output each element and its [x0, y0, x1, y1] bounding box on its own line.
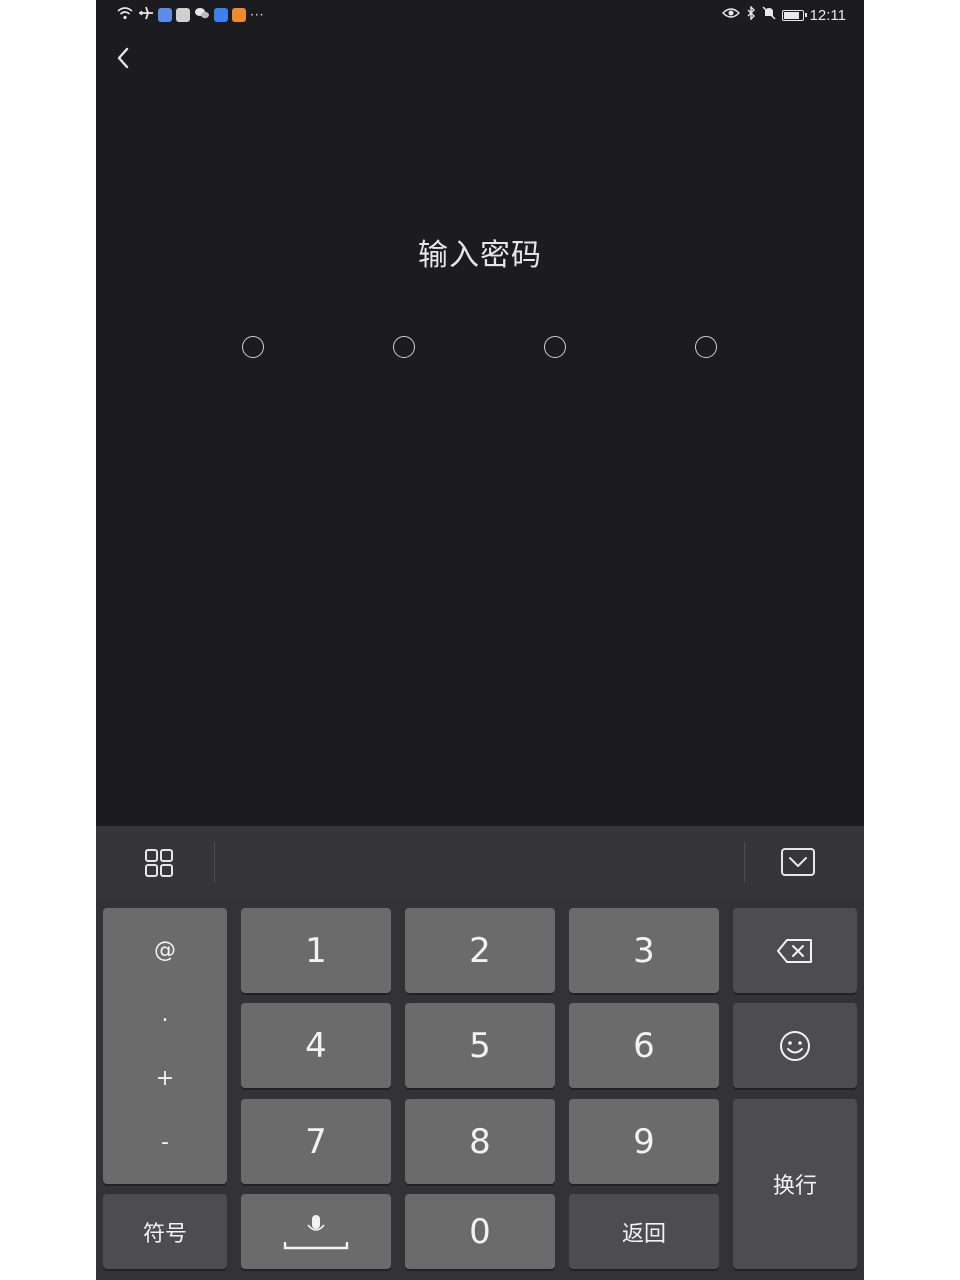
back-button[interactable] — [108, 42, 140, 74]
collapse-keyboard-icon[interactable] — [780, 846, 816, 882]
space-key[interactable] — [241, 1194, 391, 1269]
at-symbol[interactable]: @ — [154, 938, 176, 963]
pin-dot — [242, 336, 264, 358]
symbols-key[interactable]: 符号 — [103, 1194, 227, 1269]
emoji-key[interactable] — [733, 1003, 857, 1088]
battery-icon — [781, 9, 807, 21]
dot-symbol[interactable]: . — [162, 1002, 169, 1027]
status-left: ··· — [116, 6, 264, 24]
page-title: 输入密码 — [418, 238, 542, 273]
key-1[interactable]: 1 — [241, 908, 391, 993]
eye-icon — [721, 7, 740, 23]
status-right: 12:11 — [721, 5, 846, 24]
key-8[interactable]: 8 — [405, 1099, 555, 1184]
more-notifications-indicator: ··· — [250, 8, 265, 22]
backspace-key[interactable] — [733, 908, 857, 993]
key-6[interactable]: 6 — [569, 1003, 719, 1088]
newline-key[interactable]: 换行 — [733, 1099, 857, 1269]
app-icon-blue — [158, 8, 172, 22]
symbol-column-key[interactable]: @ . + - — [103, 908, 227, 1184]
pin-dot — [393, 336, 415, 358]
backspace-icon — [777, 938, 812, 963]
status-bar: ··· 12:11 — [96, 0, 864, 30]
key-9[interactable]: 9 — [569, 1099, 719, 1184]
key-3[interactable]: 3 — [569, 908, 719, 993]
app-icon-orange — [232, 8, 246, 22]
toolbar-divider-right — [744, 842, 745, 882]
keyboard-toolbar — [96, 826, 864, 898]
grid-menu-icon[interactable] — [144, 848, 174, 882]
key-0[interactable]: 0 — [405, 1194, 555, 1269]
app-icon-blue-2 — [214, 8, 228, 22]
key-7[interactable]: 7 — [241, 1099, 391, 1184]
screen: ··· 12:11 输入密码 @ . + - 1 2 3 4 5 6 7 8 9… — [96, 0, 864, 1280]
toolbar-divider-left — [214, 842, 215, 882]
wifi-icon — [116, 6, 134, 24]
pin-dot — [544, 336, 566, 358]
emoji-icon — [780, 1030, 810, 1061]
pin-dot — [695, 336, 717, 358]
wechat-icon — [194, 6, 210, 24]
key-2[interactable]: 2 — [405, 908, 555, 993]
airplane-icon — [138, 6, 154, 24]
clock: 12:11 — [809, 6, 846, 24]
minus-symbol[interactable]: - — [161, 1130, 169, 1155]
key-4[interactable]: 4 — [241, 1003, 391, 1088]
return-key[interactable]: 返回 — [569, 1194, 719, 1269]
mail-icon — [176, 8, 190, 22]
bluetooth-icon — [746, 5, 756, 24]
chevron-left-icon — [117, 47, 129, 69]
numeric-keyboard: @ . + - 1 2 3 4 5 6 7 8 9 换行 符号 0 返回 — [96, 826, 864, 1280]
space-mic-icon — [283, 1214, 349, 1249]
key-5[interactable]: 5 — [405, 1003, 555, 1088]
mute-icon — [762, 6, 776, 24]
plus-symbol[interactable]: + — [156, 1066, 174, 1091]
